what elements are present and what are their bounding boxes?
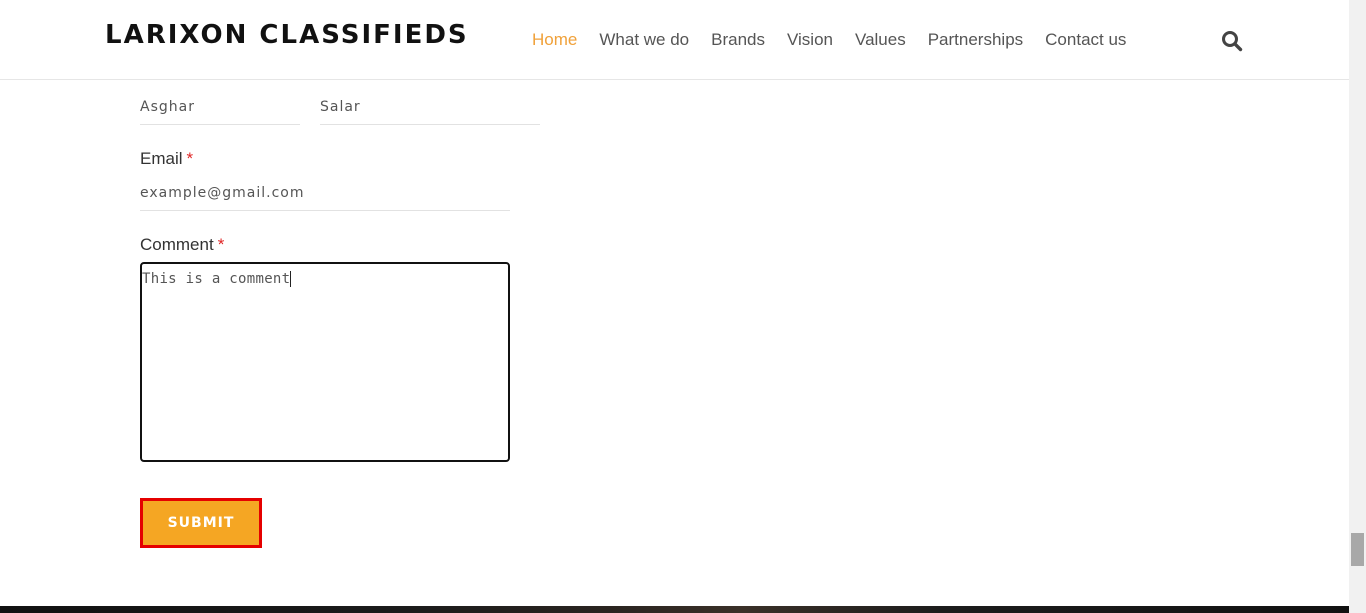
nav-values[interactable]: Values: [855, 30, 906, 50]
site-header: LARIXON CLASSIFIEDS Home What we do Bran…: [0, 0, 1349, 80]
email-field[interactable]: example@gmail.com: [140, 183, 510, 211]
footer-image-strip: [0, 606, 1349, 613]
comment-label-text: Comment: [140, 235, 214, 254]
main-nav: Home What we do Brands Vision Values Par…: [532, 30, 1148, 50]
nav-vision[interactable]: Vision: [787, 30, 833, 50]
scrollbar-thumb[interactable]: [1351, 533, 1364, 566]
submit-button[interactable]: SUBMIT: [140, 498, 262, 548]
comment-label: Comment *: [140, 235, 224, 255]
nav-partnerships[interactable]: Partnerships: [928, 30, 1023, 50]
email-label: Email *: [140, 149, 193, 169]
comment-textarea[interactable]: This is a comment: [140, 262, 510, 462]
search-icon[interactable]: [1221, 30, 1243, 52]
required-mark: *: [217, 235, 225, 254]
first-name-field[interactable]: Asghar: [140, 97, 300, 125]
text-caret: [290, 271, 292, 287]
nav-brands[interactable]: Brands: [711, 30, 765, 50]
email-label-text: Email: [140, 149, 183, 168]
scrollbar-track[interactable]: [1349, 0, 1366, 613]
last-name-field[interactable]: Salar: [320, 97, 540, 125]
nav-home[interactable]: Home: [532, 30, 577, 50]
site-logo[interactable]: LARIXON CLASSIFIEDS: [105, 20, 469, 50]
nav-contact-us[interactable]: Contact us: [1045, 30, 1126, 50]
nav-what-we-do[interactable]: What we do: [599, 30, 689, 50]
required-mark: *: [186, 149, 194, 168]
comment-text: This is a comment: [142, 271, 291, 287]
